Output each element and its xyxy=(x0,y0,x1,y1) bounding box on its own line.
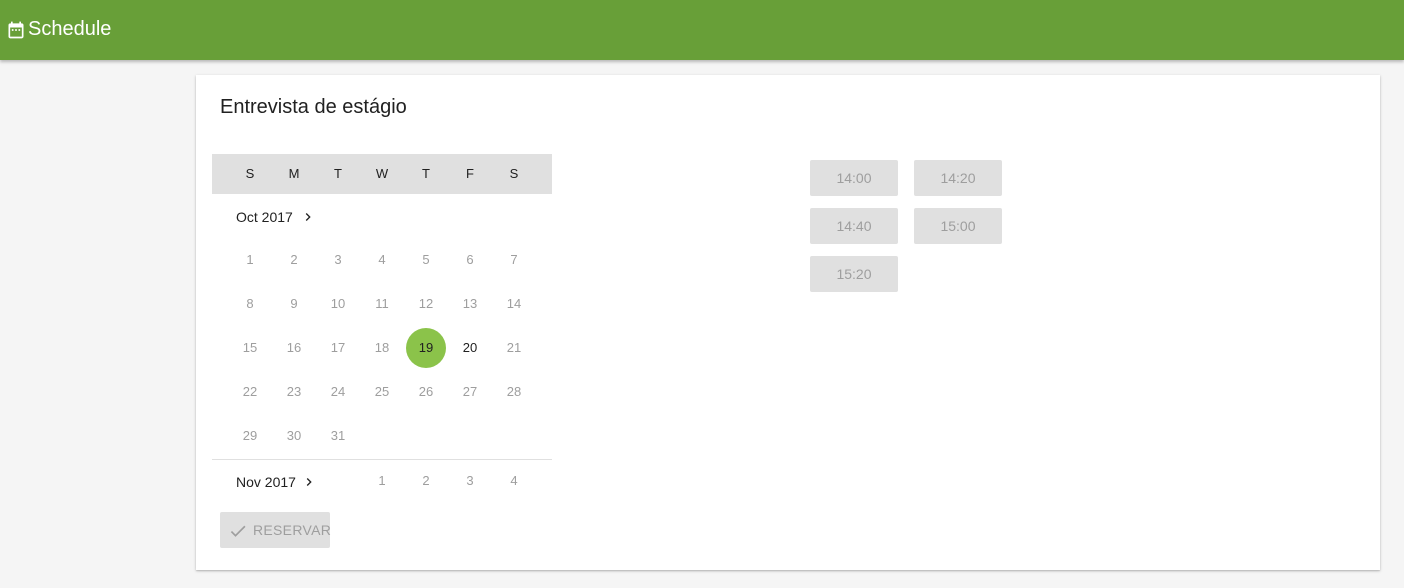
reserve-label: RESERVAR xyxy=(253,522,332,538)
day-cell: 13 xyxy=(462,296,478,311)
app-bar: Schedule xyxy=(0,0,1404,60)
day-cell: 16 xyxy=(286,340,302,355)
time-slot-button[interactable]: 14:20 xyxy=(914,160,1002,196)
day-cell: 12 xyxy=(418,296,434,311)
day-cell: 4 xyxy=(510,473,518,488)
day-cell-selected[interactable]: 19 xyxy=(406,328,446,368)
time-slot-button[interactable]: 15:20 xyxy=(810,256,898,292)
check-icon xyxy=(230,525,246,537)
day-cell: 17 xyxy=(330,340,346,355)
day-cell: 6 xyxy=(466,252,474,267)
day-cell: 30 xyxy=(286,428,302,443)
month-label-nov[interactable]: Nov 2017 xyxy=(236,472,296,492)
day-cell: 1 xyxy=(246,252,254,267)
day-cell: 27 xyxy=(462,384,478,399)
chevron-right-icon[interactable] xyxy=(301,474,317,490)
card-title: Entrevista de estágio xyxy=(220,96,407,118)
app-title: Schedule xyxy=(28,18,112,40)
time-slot-button[interactable]: 14:40 xyxy=(810,208,898,244)
weekday-label: W xyxy=(375,166,389,181)
weekday-label: T xyxy=(422,166,430,181)
day-cell: 21 xyxy=(506,340,522,355)
day-cell: 25 xyxy=(374,384,390,399)
day-cell: 24 xyxy=(330,384,346,399)
calendar-icon xyxy=(8,21,24,39)
day-cell: 18 xyxy=(374,340,390,355)
reserve-button[interactable]: RESERVAR xyxy=(220,512,332,548)
chevron-right-icon[interactable] xyxy=(300,209,316,225)
day-cell: 29 xyxy=(242,428,258,443)
month-divider xyxy=(212,459,552,460)
day-cell: 23 xyxy=(286,384,302,399)
day-cell: 22 xyxy=(242,384,258,399)
weekday-header: S M T W T F S xyxy=(212,154,552,194)
time-slot-button[interactable]: 14:00 xyxy=(810,160,898,196)
day-cell: 7 xyxy=(510,252,518,267)
booking-card: Entrevista de estágio S M T W T F S Oct … xyxy=(196,75,1380,570)
day-cell: 10 xyxy=(330,296,346,311)
day-cell: 15 xyxy=(242,340,258,355)
day-cell: 3 xyxy=(466,473,474,488)
day-cell: 14 xyxy=(506,296,522,311)
weekday-label: S xyxy=(245,166,255,181)
day-cell-available[interactable]: 20 xyxy=(450,328,490,368)
weekday-label: T xyxy=(334,166,342,181)
day-cell: 26 xyxy=(418,384,434,399)
time-slot-button[interactable]: 15:00 xyxy=(914,208,1002,244)
day-cell: 31 xyxy=(330,428,346,443)
weekday-label: M xyxy=(288,166,300,181)
day-cell: 2 xyxy=(422,473,430,488)
day-cell: 28 xyxy=(506,384,522,399)
day-cell: 2 xyxy=(290,252,298,267)
day-cell: 1 xyxy=(378,473,386,488)
day-cell: 4 xyxy=(378,252,386,267)
weekday-label: S xyxy=(509,166,519,181)
day-cell: 9 xyxy=(290,296,298,311)
month-label-oct[interactable]: Oct 2017 xyxy=(236,207,293,227)
day-cell: 3 xyxy=(334,252,342,267)
day-cell: 5 xyxy=(422,252,430,267)
day-cell: 8 xyxy=(246,296,254,311)
weekday-label: F xyxy=(466,166,474,181)
day-cell: 11 xyxy=(375,296,389,311)
